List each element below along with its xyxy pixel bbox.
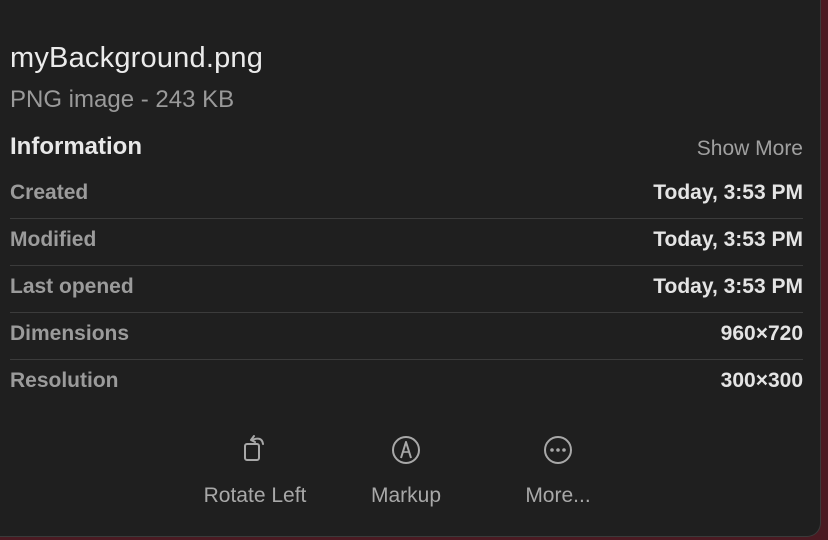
more-icon [544, 436, 572, 464]
file-name: myBackground.png [10, 42, 264, 74]
rotate-left-icon [244, 435, 264, 461]
file-kind-size: PNG image - 243 KB [10, 86, 235, 113]
info-value: Today, 3:53 PM [653, 181, 803, 204]
info-label: Modified [10, 228, 97, 251]
show-more-button[interactable]: Show More [697, 137, 803, 161]
markup-icon [392, 436, 420, 464]
more-button[interactable]: More... [478, 430, 638, 508]
info-row-created: Created Today, 3:53 PM [10, 172, 803, 219]
info-label: Resolution [10, 369, 119, 392]
more-label: More... [525, 484, 591, 507]
info-row-modified: Modified Today, 3:53 PM [10, 219, 803, 266]
info-label: Created [10, 181, 89, 204]
info-row-dimensions: Dimensions 960×720 [10, 313, 803, 360]
rotate-left-button[interactable]: Rotate Left [175, 430, 335, 508]
markup-button[interactable]: Markup [326, 430, 486, 508]
file-info-panel: myBackground.png PNG image - 243 KB Info… [0, 0, 821, 537]
info-label: Dimensions [10, 322, 130, 345]
information-heading: Information [10, 133, 142, 160]
info-value: 960×720 [720, 322, 803, 345]
markup-label: Markup [370, 484, 442, 507]
information-list: Created Today, 3:53 PM Modified Today, 3… [10, 172, 803, 406]
info-row-resolution: Resolution 300×300 [10, 360, 803, 406]
rotate-left-label: Rotate Left [203, 484, 307, 507]
info-row-last-opened: Last opened Today, 3:53 PM [10, 266, 803, 313]
info-value: Today, 3:53 PM [653, 275, 803, 298]
info-label: Last opened [10, 275, 134, 298]
info-value: 300×300 [720, 369, 803, 392]
info-value: Today, 3:53 PM [653, 228, 803, 251]
